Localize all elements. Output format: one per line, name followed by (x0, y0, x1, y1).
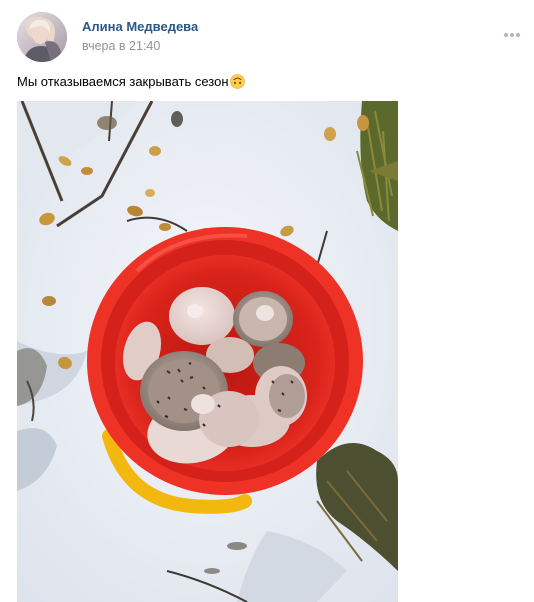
avatar-image (17, 12, 67, 62)
more-dots-icon[interactable] (500, 26, 524, 42)
post-timestamp[interactable]: вчера в 21:40 (82, 39, 160, 53)
post-photo[interactable] (17, 101, 398, 602)
author-name-link[interactable]: Алина Медведева (82, 19, 198, 34)
wall-post: Алина Медведева вчера в 21:40 Мы отказыв… (0, 0, 534, 602)
post-text-content: Мы отказываемся закрывать сезон (17, 74, 229, 89)
author-avatar[interactable] (17, 12, 67, 62)
photo-mushrooms-in-bucket (17, 101, 398, 602)
upside-down-face-emoji-icon (229, 74, 245, 89)
post-text: Мы отказываемся закрывать сезон (17, 74, 245, 89)
